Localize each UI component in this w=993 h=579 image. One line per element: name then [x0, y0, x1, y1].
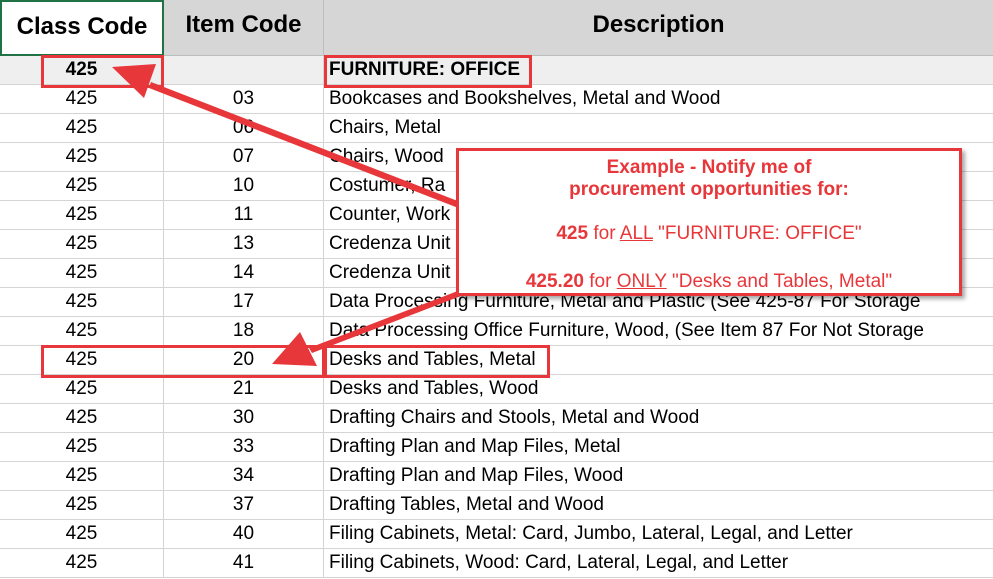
item-code-cell[interactable]: 18 — [164, 317, 324, 346]
callout-line-2: procurement opportunities for: — [569, 179, 849, 200]
example-callout: Example - Notify me of procurement oppor… — [456, 148, 962, 296]
class-code-cell[interactable]: 425 — [0, 85, 164, 114]
item-code-cell[interactable]: 03 — [164, 85, 324, 114]
item-code-cell[interactable]: 41 — [164, 549, 324, 578]
description-cell[interactable]: Drafting Tables, Metal and Wood — [324, 491, 993, 520]
item-code-cell[interactable]: 07 — [164, 143, 324, 172]
class-code-cell[interactable]: 425 — [0, 230, 164, 259]
item-code-cell[interactable]: 14 — [164, 259, 324, 288]
description-cell[interactable]: FURNITURE: OFFICE — [324, 56, 993, 85]
header-class-code[interactable]: Class Code — [0, 0, 164, 56]
description-cell[interactable]: Drafting Plan and Map Files, Wood — [324, 462, 993, 491]
class-code-cell[interactable]: 425 — [0, 56, 164, 85]
callout-code-425-20: 425.20 — [525, 271, 584, 292]
class-code-cell[interactable]: 425 — [0, 259, 164, 288]
item-code-cell[interactable]: 10 — [164, 172, 324, 201]
class-code-cell[interactable]: 425 — [0, 201, 164, 230]
callout-for-1: for — [593, 223, 616, 244]
description-cell[interactable]: Desks and Tables, Wood — [324, 375, 993, 404]
class-code-cell[interactable]: 425 — [0, 114, 164, 143]
item-code-cell[interactable]: 06 — [164, 114, 324, 143]
class-code-cell[interactable]: 425 — [0, 462, 164, 491]
item-code-cell[interactable]: 30 — [164, 404, 324, 433]
class-code-cell[interactable]: 425 — [0, 520, 164, 549]
callout-line-3: 425 for ALL "FURNITURE: OFFICE" — [459, 223, 959, 245]
item-code-cell[interactable]: 33 — [164, 433, 324, 462]
description-cell[interactable]: Drafting Chairs and Stools, Metal and Wo… — [324, 404, 993, 433]
description-cell[interactable]: Filing Cabinets, Wood: Card, Lateral, Le… — [324, 549, 993, 578]
callout-name-furniture: "FURNITURE: OFFICE" — [658, 223, 862, 244]
item-code-cell[interactable]: 37 — [164, 491, 324, 520]
item-code-cell[interactable]: 40 — [164, 520, 324, 549]
class-code-cell[interactable]: 425 — [0, 491, 164, 520]
class-code-cell[interactable]: 425 — [0, 346, 164, 375]
class-code-cell[interactable]: 425 — [0, 143, 164, 172]
class-code-cell[interactable]: 425 — [0, 375, 164, 404]
callout-scope-all: ALL — [619, 223, 653, 244]
header-description[interactable]: Description — [324, 0, 993, 56]
callout-for-2: for — [589, 271, 612, 292]
item-code-cell[interactable]: 17 — [164, 288, 324, 317]
callout-line-1: Example - Notify me of — [606, 157, 812, 178]
item-code-cell[interactable] — [164, 56, 324, 85]
item-code-cell[interactable]: 21 — [164, 375, 324, 404]
class-code-cell[interactable]: 425 — [0, 433, 164, 462]
item-code-cell[interactable]: 11 — [164, 201, 324, 230]
class-code-cell[interactable]: 425 — [0, 288, 164, 317]
callout-name-desks: "Desks and Tables, Metal" — [672, 271, 893, 292]
callout-line-4: 425.20 for ONLY "Desks and Tables, Metal… — [459, 271, 959, 293]
class-code-cell[interactable]: 425 — [0, 404, 164, 433]
description-cell[interactable]: Bookcases and Bookshelves, Metal and Woo… — [324, 85, 993, 114]
class-code-cell[interactable]: 425 — [0, 549, 164, 578]
item-code-cell[interactable]: 20 — [164, 346, 324, 375]
description-cell[interactable]: Data Processing Office Furniture, Wood, … — [324, 317, 993, 346]
description-cell[interactable]: Desks and Tables, Metal — [324, 346, 993, 375]
class-code-cell[interactable]: 425 — [0, 172, 164, 201]
description-cell[interactable]: Drafting Plan and Map Files, Metal — [324, 433, 993, 462]
callout-code-425: 425 — [556, 223, 589, 244]
description-cell[interactable]: Chairs, Metal — [324, 114, 993, 143]
description-cell[interactable]: Filing Cabinets, Metal: Card, Jumbo, Lat… — [324, 520, 993, 549]
item-code-cell[interactable]: 13 — [164, 230, 324, 259]
class-code-cell[interactable]: 425 — [0, 317, 164, 346]
callout-scope-only: ONLY — [616, 271, 667, 292]
item-code-cell[interactable]: 34 — [164, 462, 324, 491]
header-item-code[interactable]: Item Code — [164, 0, 324, 56]
